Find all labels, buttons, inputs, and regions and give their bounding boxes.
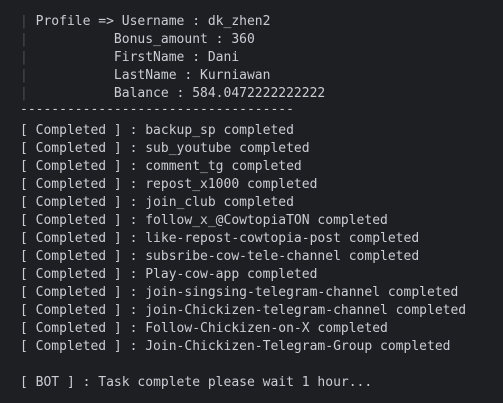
profile-bar: |	[20, 32, 28, 47]
task-line: [ Completed ] : repost_x1000 completed	[20, 176, 317, 194]
status-tag: [ Completed ]	[20, 177, 122, 192]
task-text: : Join-Chickizen-Telegram-Group complete…	[121, 339, 451, 354]
task-text: : Follow-Chickizen-on-X completed	[121, 321, 388, 336]
task-text: : Play-cow-app completed	[121, 267, 318, 282]
divider-line: -----------------------------------	[20, 102, 294, 117]
profile-firstname: FirstName : Dani	[113, 50, 240, 65]
task-line: [ Completed ] : sub_youtube completed	[20, 140, 310, 158]
task-line: [ Completed ] : Join-Chickizen-Telegram-…	[20, 338, 450, 356]
task-line: [ Completed ] : Follow-Chickizen-on-X co…	[20, 320, 388, 338]
task-line: [ Completed ] : subsribe-cow-tele-channe…	[20, 248, 419, 266]
task-text: : comment_tg completed	[121, 159, 302, 174]
task-line: [ Completed ] : join-singsing-telegram-c…	[20, 284, 458, 302]
status-tag: [ Completed ]	[20, 213, 122, 228]
task-line: [ Completed ] : like-repost-cowtopia-pos…	[20, 230, 419, 248]
task-text: : follow_x_@CowtopiaTON completed	[121, 213, 388, 228]
bot-tag: [ BOT ]	[20, 375, 75, 390]
terminal-window: | Profile => Username : dk_zhen2 | Bonus…	[0, 0, 503, 403]
status-tag: [ Completed ]	[20, 141, 122, 156]
status-tag: [ Completed ]	[20, 123, 122, 138]
bot-line: [ BOT ] : Task complete please wait 1 ho…	[20, 374, 372, 392]
task-text: : repost_x1000 completed	[121, 177, 318, 192]
status-tag: [ Completed ]	[20, 285, 122, 300]
task-line: [ Completed ] : Play-cow-app completed	[20, 266, 317, 284]
task-text: : join-singsing-telegram-channel complet…	[121, 285, 459, 300]
profile-bar: |	[20, 50, 28, 65]
profile-prefix: Profile =>	[35, 14, 122, 29]
task-text: : sub_youtube completed	[121, 141, 310, 156]
status-tag: [ Completed ]	[20, 321, 122, 336]
task-line: [ Completed ] : join_club completed	[20, 194, 294, 212]
profile-bar: |	[20, 14, 28, 29]
task-line: [ Completed ] : join-Chickizen-telegram-…	[20, 302, 466, 320]
task-text: : subsribe-cow-tele-channel completed	[121, 249, 420, 264]
status-tag: [ Completed ]	[20, 159, 122, 174]
task-text: : join-Chickizen-telegram-channel comple…	[121, 303, 467, 318]
bot-text: : Task complete please wait 1 hour...	[74, 375, 373, 390]
task-text: : like-repost-cowtopia-post completed	[121, 231, 420, 246]
status-tag: [ Completed ]	[20, 195, 122, 210]
profile-bonus: Bonus_amount : 360	[113, 32, 255, 47]
profile-username: Username : dk_zhen2	[121, 14, 271, 29]
status-tag: [ Completed ]	[20, 303, 122, 318]
profile-balance: Balance : 584.0472222222222	[113, 86, 326, 101]
profile-row-3: | LastName : Kurniawan	[20, 67, 270, 85]
profile-row-1: | Bonus_amount : 360	[20, 31, 255, 49]
task-line: [ Completed ] : comment_tg completed	[20, 158, 302, 176]
status-tag: [ Completed ]	[20, 267, 122, 282]
profile-row-4: | Balance : 584.0472222222222	[20, 85, 325, 103]
profile-bar: |	[20, 68, 28, 83]
task-text: : join_club completed	[121, 195, 294, 210]
profile-lastname: LastName : Kurniawan	[113, 68, 271, 83]
task-line: [ Completed ] : backup_sp completed	[20, 122, 294, 140]
status-tag: [ Completed ]	[20, 339, 122, 354]
status-tag: [ Completed ]	[20, 249, 122, 264]
task-text: : backup_sp completed	[121, 123, 294, 138]
status-tag: [ Completed ]	[20, 231, 122, 246]
profile-row-0: | Profile => Username : dk_zhen2	[20, 13, 270, 31]
profile-bar: |	[20, 86, 28, 101]
profile-row-2: | FirstName : Dani	[20, 49, 239, 67]
task-line: [ Completed ] : follow_x_@CowtopiaTON co…	[20, 212, 388, 230]
